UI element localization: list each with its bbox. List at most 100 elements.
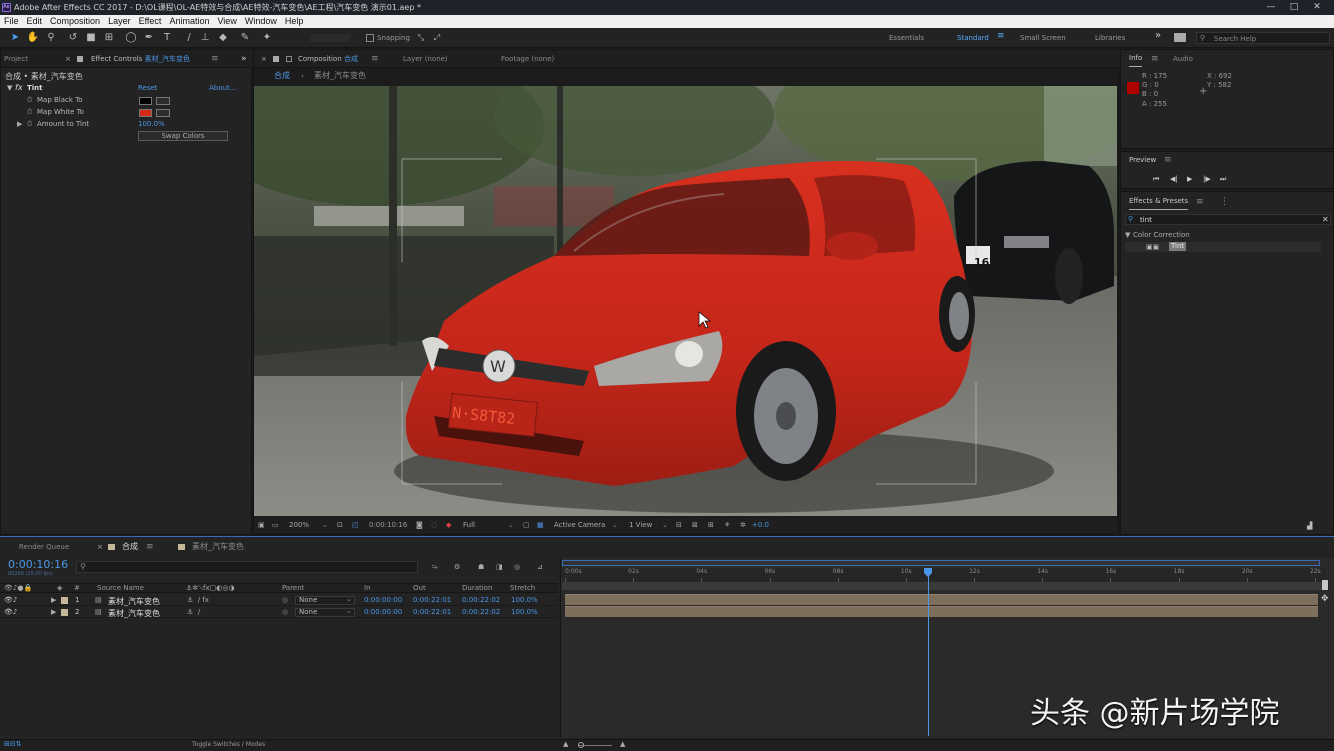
map-white-swatch[interactable] xyxy=(139,109,152,117)
table-row[interactable]: 👁♪ ▶ 2 ▤ 素材_汽车变色 ⚓ / ◎ None ⌄ 0:00:00:00… xyxy=(0,607,558,618)
always-preview-icon[interactable]: ▣ xyxy=(258,521,265,529)
time-ruler[interactable] xyxy=(562,568,1326,582)
workspace-small-screen[interactable]: Small Screen xyxy=(1020,34,1066,42)
puppet-pin-tool-icon[interactable]: ✦ xyxy=(260,31,274,45)
crumb-comp[interactable]: 合成 xyxy=(274,68,290,84)
shy-layers-icon[interactable]: ☗ xyxy=(478,563,484,571)
tab-footage[interactable]: Footage (none) xyxy=(501,51,554,67)
play-icon[interactable]: ▶ xyxy=(1187,175,1192,183)
close-button[interactable]: ✕ xyxy=(1308,1,1326,13)
rotate-tool-icon[interactable]: ↺ xyxy=(66,31,80,45)
toggle-pixel-icon[interactable]: ⊟ xyxy=(676,521,682,529)
playhead-line[interactable] xyxy=(928,568,929,736)
flowchart-icon[interactable]: ⚘ xyxy=(724,521,730,529)
zoom-in-icon[interactable]: ▲ xyxy=(620,740,625,748)
new-item-icon[interactable]: ▟ xyxy=(1307,522,1312,530)
minimize-button[interactable]: — xyxy=(1262,1,1280,13)
lock-icon[interactable] xyxy=(273,56,279,62)
zoom-tool-icon[interactable]: ⚲ xyxy=(44,31,58,45)
options-icon[interactable]: ⋮ xyxy=(1220,194,1229,210)
duration-value[interactable]: 0:00:22:02 xyxy=(462,608,500,616)
stopwatch-icon[interactable]: ⏱ xyxy=(27,108,32,117)
frame-blending-icon[interactable]: ◨ xyxy=(496,563,503,571)
tab-project[interactable]: Project xyxy=(4,51,28,67)
effect-tint-result[interactable]: Tint xyxy=(1169,242,1187,251)
mask-visibility-icon[interactable]: ◰ xyxy=(352,521,359,529)
layer-2-track[interactable] xyxy=(565,606,1318,617)
menu-animation[interactable]: Animation xyxy=(165,15,213,28)
reset-link[interactable]: Reset xyxy=(138,84,158,92)
pan-behind-tool-icon[interactable]: ⊞ xyxy=(102,31,116,45)
panel-menu-icon[interactable]: ≡ xyxy=(1151,51,1159,67)
color-channel-icon[interactable]: ◆ xyxy=(446,521,451,529)
fast-preview-icon[interactable]: ⊠ xyxy=(692,521,698,529)
eraser-tool-icon[interactable]: ◆ xyxy=(216,31,230,45)
sync-icon[interactable] xyxy=(1174,33,1186,42)
prev-frame-icon[interactable]: ◀| xyxy=(1170,175,1178,183)
tab-render-queue[interactable]: Render Queue xyxy=(19,539,69,555)
out-value[interactable]: 0:00:22:01 xyxy=(413,596,451,604)
first-frame-icon[interactable]: ⏮ xyxy=(1153,175,1159,184)
panel-menu-icon[interactable]: ≡ xyxy=(1164,152,1172,168)
camera-tool-icon[interactable]: ■ xyxy=(84,31,98,45)
lock-icon[interactable] xyxy=(77,56,83,62)
layer-search-input[interactable]: ⚲ xyxy=(76,561,418,573)
col-stretch[interactable]: Stretch xyxy=(510,584,535,592)
stopwatch-icon[interactable]: ⏱ xyxy=(27,120,32,129)
twirl-open-icon[interactable]: ▼ xyxy=(1125,231,1130,239)
category-color-correction[interactable]: Color Correction xyxy=(1133,231,1190,239)
amount-to-tint-value[interactable]: 100.0% xyxy=(138,120,165,128)
comp-mini-flowchart-icon[interactable]: ⥲ xyxy=(432,563,438,572)
fx-icon[interactable]: fx xyxy=(15,83,23,92)
work-area-bar[interactable] xyxy=(562,560,1320,566)
tab-composition[interactable]: Composition 合成 xyxy=(298,51,358,67)
search-help-input[interactable]: ⚲ Search Help xyxy=(1196,32,1330,44)
end-marker[interactable] xyxy=(1322,580,1328,590)
menu-composition[interactable]: Composition xyxy=(46,15,104,28)
crumb-layer[interactable]: 素材_汽车变色 xyxy=(314,68,366,84)
maximize-button[interactable]: □ xyxy=(1285,1,1303,13)
ellipse-tool-icon[interactable]: ◯ xyxy=(124,31,138,45)
timeline-icon[interactable]: ⊞ xyxy=(708,521,714,529)
graph-editor-icon[interactable]: ⊿ xyxy=(537,563,543,571)
swap-colors-button[interactable]: Swap Colors xyxy=(138,131,228,141)
menu-file[interactable]: File xyxy=(0,15,23,28)
motion-blur-icon[interactable]: ◎ xyxy=(514,563,520,571)
timeline-timecode[interactable]: 0:00:10:16 xyxy=(8,558,68,571)
visibility-icon[interactable]: 👁♪ xyxy=(4,608,17,616)
clear-search-icon[interactable]: ✕ xyxy=(1322,215,1329,224)
next-frame-icon[interactable]: |▶ xyxy=(1203,175,1211,183)
visibility-icon[interactable]: 👁♪ xyxy=(4,596,17,604)
menu-window[interactable]: Window xyxy=(241,15,281,28)
col-in[interactable]: In xyxy=(364,584,371,592)
pen-tool-icon[interactable]: ✒ xyxy=(142,31,156,45)
snapping-checkbox[interactable] xyxy=(366,34,374,42)
work-area-strip[interactable] xyxy=(562,582,1326,590)
region-of-interest-icon[interactable]: ▢ xyxy=(523,521,530,529)
in-value[interactable]: 0:00:00:00 xyxy=(364,608,402,616)
draft-3d-icon[interactable]: ⚙ xyxy=(454,563,460,571)
current-time[interactable]: 0:00:10:16 xyxy=(369,521,407,529)
col-out[interactable]: Out xyxy=(413,584,426,592)
menu-help[interactable]: Help xyxy=(281,15,308,28)
pickwhip-icon[interactable]: ◎ xyxy=(282,608,288,616)
layer-name[interactable]: 素材_汽车变色 xyxy=(108,608,160,619)
panel-menu-icon[interactable]: ≡ xyxy=(211,51,219,67)
layer-1-track[interactable] xyxy=(565,594,1318,605)
more-workspaces-icon[interactable]: » xyxy=(1155,30,1161,41)
camera-dropdown[interactable]: Active Camera xyxy=(554,521,605,529)
toggle-switches-modes[interactable]: Toggle Switches / Modes xyxy=(192,741,265,748)
tab-audio[interactable]: Audio xyxy=(1173,51,1193,67)
zoom-slider-handle[interactable] xyxy=(578,742,584,748)
brush-tool-icon[interactable]: / xyxy=(182,31,196,45)
menu-effect[interactable]: Effect xyxy=(135,15,166,28)
label-swatch[interactable] xyxy=(61,609,68,616)
snapshot-icon[interactable]: ◙ xyxy=(416,521,423,529)
stretch-value[interactable]: 100.0% xyxy=(511,596,538,604)
about-link[interactable]: About... xyxy=(209,84,236,92)
table-row[interactable]: 👁♪ ▶ 1 ▤ 素材_汽车变色 ⚓ / fx ◎ None ⌄ 0:00:00… xyxy=(0,595,558,606)
layer-switches[interactable]: ⚓ / fx xyxy=(187,596,209,604)
panel-menu-icon[interactable]: ≡ xyxy=(146,539,154,555)
type-tool-icon[interactable]: T xyxy=(160,31,174,45)
workspace-essentials[interactable]: Essentials xyxy=(889,34,924,42)
